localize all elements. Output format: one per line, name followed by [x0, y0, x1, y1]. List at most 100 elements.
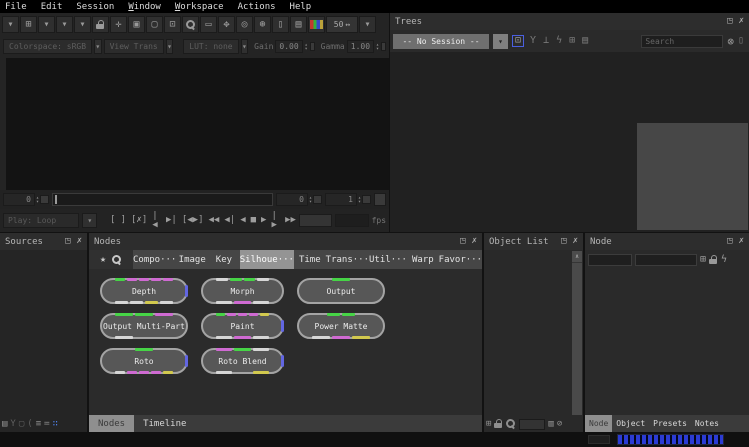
- close-panel-icon[interactable]: ✗: [739, 237, 744, 246]
- float-panel-icon[interactable]: ◳: [460, 237, 465, 246]
- viewer-dropdown-icon[interactable]: ▾: [2, 16, 19, 33]
- node-item[interactable]: Roto: [100, 348, 188, 374]
- transport-button[interactable]: |▶: [271, 212, 280, 230]
- gamma-field[interactable]: 1.00: [347, 40, 374, 53]
- source-box-icon[interactable]: ▢: [19, 420, 24, 429]
- process-node-icon[interactable]: ϟ: [721, 255, 727, 265]
- view-mode-icon[interactable]: ⊡: [512, 35, 524, 47]
- lut-dropdown[interactable]: LUT: none: [183, 39, 238, 54]
- transport-button[interactable]: ◀|: [224, 216, 235, 225]
- transport-button[interactable]: ■: [251, 216, 256, 225]
- object-search-icon[interactable]: [506, 419, 516, 429]
- close-panel-icon[interactable]: ✗: [573, 237, 578, 246]
- node-panel-tab[interactable]: Presets: [649, 415, 691, 432]
- node-category-tab[interactable]: Favor···: [439, 250, 482, 269]
- lock-object-icon[interactable]: [494, 419, 503, 429]
- node-label-field[interactable]: [635, 254, 697, 266]
- frame-slider[interactable]: [52, 193, 273, 206]
- float-panel-icon[interactable]: ◳: [561, 237, 566, 246]
- view-transform-dropdown[interactable]: View Trans: [104, 39, 164, 54]
- nodes-footer-tab[interactable]: Timeline: [134, 415, 195, 432]
- close-panel-icon[interactable]: ✗: [472, 237, 477, 246]
- current-frame-button[interactable]: [40, 195, 49, 204]
- nodes-footer-tab[interactable]: Nodes: [89, 415, 134, 432]
- node-search-icon[interactable]: [112, 255, 122, 265]
- channel-dropdown-icon[interactable]: ▾: [38, 16, 55, 33]
- trash-icon[interactable]: ▯: [738, 36, 744, 46]
- close-panel-icon[interactable]: ✗: [77, 237, 82, 246]
- node-panel-tab[interactable]: Notes: [691, 415, 723, 432]
- gain-reset-button[interactable]: [310, 42, 315, 51]
- search-input[interactable]: [641, 35, 723, 48]
- tree-branch-icon[interactable]: Y: [529, 36, 537, 46]
- disable-object-icon[interactable]: ⊘: [557, 420, 562, 429]
- node-item[interactable]: Paint: [201, 313, 284, 339]
- process-icon[interactable]: ϟ: [555, 36, 563, 46]
- node-list-canvas[interactable]: Depth Morph Output Output Multi-Part: [89, 269, 482, 415]
- divider-icon[interactable]: (: [27, 420, 32, 429]
- gamma-reset-button[interactable]: [381, 42, 386, 51]
- note-icon[interactable]: ▤: [290, 16, 307, 33]
- menu-item[interactable]: Workspace: [175, 2, 224, 12]
- node-item[interactable]: Roto Blend: [201, 348, 284, 374]
- transport-button[interactable]: ▶|: [166, 216, 177, 225]
- overlay-dropdown-icon[interactable]: ▾: [74, 16, 91, 33]
- save-icon[interactable]: ▤: [581, 36, 589, 46]
- range-lock-button[interactable]: [374, 193, 386, 206]
- range-end-field[interactable]: 1: [325, 193, 357, 206]
- current-frame-spinner[interactable]: ▴▾: [36, 196, 39, 204]
- node-panel-tab[interactable]: Node: [585, 415, 612, 432]
- node-category-tab[interactable]: Time: [294, 250, 326, 269]
- list-view-icon[interactable]: ≡: [36, 420, 41, 429]
- import-source-icon[interactable]: ▤: [2, 420, 7, 429]
- fps-field-1[interactable]: [299, 214, 332, 227]
- lock-node-icon[interactable]: [709, 255, 718, 265]
- snapshot-icon[interactable]: ▣: [128, 16, 145, 33]
- add-folder-icon[interactable]: ⊞: [568, 36, 576, 46]
- node-category-tab[interactable]: Trans···: [326, 250, 369, 269]
- range-end-button[interactable]: [362, 195, 371, 204]
- menu-item[interactable]: File: [5, 2, 27, 12]
- range-start-spinner[interactable]: ▴▾: [309, 196, 312, 204]
- play-mode-dropdown[interactable]: Play: Loop: [3, 213, 79, 228]
- float-panel-icon[interactable]: ◳: [727, 17, 732, 26]
- menu-item[interactable]: Help: [290, 2, 312, 12]
- object-list-scrollbar[interactable]: ∧: [572, 251, 582, 415]
- scrollbar-thumb[interactable]: [572, 263, 582, 415]
- lock-icon[interactable]: [92, 16, 109, 33]
- selection-box-icon[interactable]: ▭: [200, 16, 217, 33]
- range-start-field[interactable]: 0: [276, 193, 308, 206]
- node-category-tab[interactable]: Image: [176, 250, 208, 269]
- zoom-dropdown-icon[interactable]: ▾: [359, 16, 376, 33]
- key-icon[interactable]: ✛: [110, 16, 127, 33]
- transport-button[interactable]: [: [110, 216, 115, 225]
- current-frame-field[interactable]: 0: [3, 193, 35, 206]
- detail-view-icon[interactable]: ≔: [44, 420, 49, 429]
- node-category-tab[interactable]: Key: [208, 250, 240, 269]
- transport-button[interactable]: ▶▶: [285, 216, 296, 225]
- transport-button[interactable]: ]: [121, 216, 126, 225]
- node-item[interactable]: Output: [297, 278, 385, 304]
- transport-button[interactable]: |◀: [152, 212, 161, 230]
- favorites-star-icon[interactable]: ★: [100, 255, 106, 265]
- transport-button[interactable]: [◀▶]: [182, 216, 204, 225]
- session-chevron-icon[interactable]: ▾: [493, 34, 508, 49]
- monitor-icon[interactable]: ▢: [146, 16, 163, 33]
- node-panel-tab[interactable]: Object: [612, 415, 649, 432]
- node-category-tab[interactable]: Util···: [369, 250, 407, 269]
- magnifier-icon[interactable]: [182, 16, 199, 33]
- transport-button[interactable]: ◀: [240, 216, 245, 225]
- range-start-button[interactable]: [313, 195, 322, 204]
- fit-view-icon[interactable]: ▯: [272, 16, 289, 33]
- menu-item[interactable]: Session: [76, 2, 114, 12]
- menu-item[interactable]: Actions: [238, 2, 276, 12]
- add-object-icon[interactable]: ⊞: [486, 420, 491, 429]
- compare-dropdown-icon[interactable]: ▾: [56, 16, 73, 33]
- gain-spinner[interactable]: ▴▾: [305, 43, 308, 51]
- float-panel-icon[interactable]: ◳: [65, 237, 70, 246]
- trees-content[interactable]: [390, 52, 749, 232]
- lut-chevron-icon[interactable]: ▾: [241, 39, 249, 54]
- play-mode-chevron-icon[interactable]: ▾: [82, 213, 97, 228]
- colorspace-dropdown[interactable]: Colorspace: sRGB: [3, 39, 92, 54]
- hand-pan-icon[interactable]: ⊛: [254, 16, 271, 33]
